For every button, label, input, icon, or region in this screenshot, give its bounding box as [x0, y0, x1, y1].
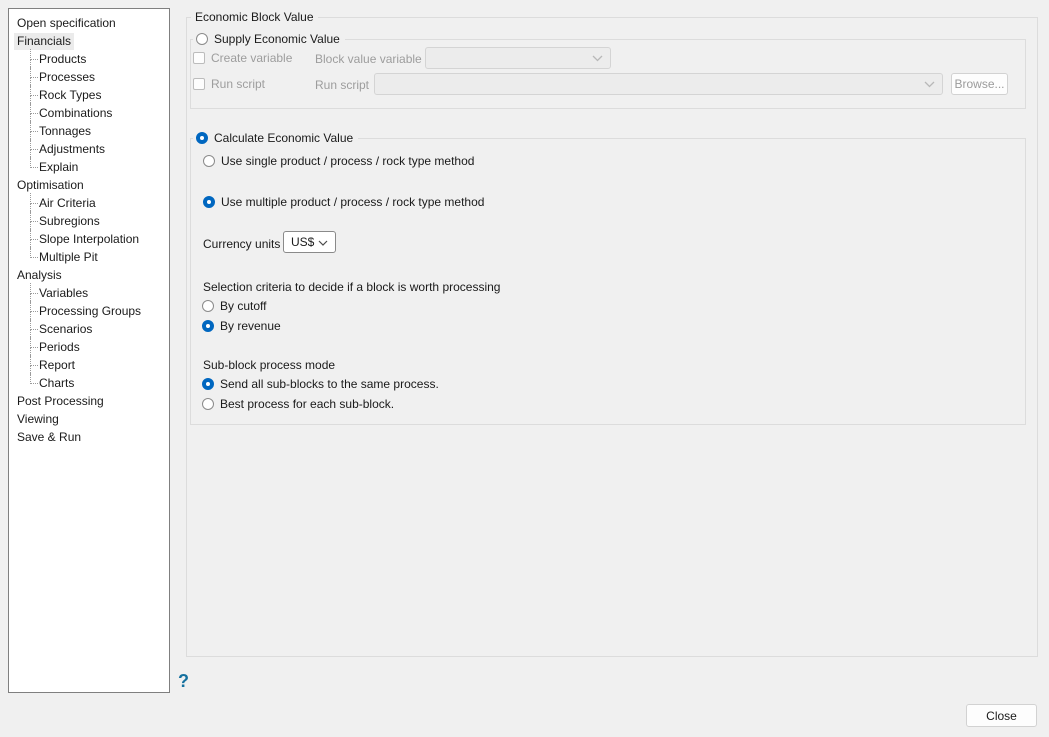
- chevron-down-icon: [318, 235, 328, 249]
- currency-units-value: US$: [291, 235, 315, 249]
- close-button[interactable]: Close: [966, 704, 1037, 727]
- single-method-radio[interactable]: [203, 155, 215, 167]
- sidebar-item-optimisation[interactable]: Optimisation: [9, 176, 169, 194]
- sidebar-item-label: Save & Run: [17, 430, 82, 444]
- run-script-checkbox[interactable]: [193, 78, 205, 90]
- by-revenue-radio[interactable]: [202, 320, 214, 332]
- selection-criteria-heading: Selection criteria to decide if a block …: [203, 280, 501, 294]
- sidebar-item-post-processing[interactable]: Post Processing: [9, 392, 169, 410]
- sidebar-item-label: Optimisation: [17, 178, 84, 192]
- run-script-select[interactable]: [374, 73, 943, 95]
- multiple-method-radio[interactable]: [203, 196, 215, 208]
- currency-units-label: Currency units: [203, 237, 281, 251]
- sidebar-item-products[interactable]: Products: [9, 49, 169, 69]
- run-script-option[interactable]: Run script: [193, 77, 265, 91]
- sidebar-item-processes[interactable]: Processes: [9, 67, 169, 87]
- sidebar-item-label: Open specification: [17, 16, 116, 30]
- sidebar-item-label: Rock Types: [39, 88, 102, 102]
- supply-economic-value-radio[interactable]: [196, 33, 208, 45]
- sidebar-item-label: Processes: [39, 70, 96, 84]
- create-variable-option[interactable]: Create variable: [193, 51, 292, 65]
- sidebar-item-report[interactable]: Report: [9, 355, 169, 375]
- sidebar-item-combinations[interactable]: Combinations: [9, 103, 169, 123]
- sidebar-item-explain[interactable]: Explain: [9, 157, 169, 176]
- by-cutoff-label: By cutoff: [220, 299, 267, 313]
- by-cutoff-radio[interactable]: [202, 300, 214, 312]
- single-method-option[interactable]: Use single product / process / rock type…: [203, 154, 474, 168]
- chevron-down-icon: [592, 51, 603, 65]
- best-process-label: Best process for each sub-block.: [220, 397, 395, 411]
- sidebar-item-label: Explain: [39, 160, 79, 174]
- sidebar-item-save-and-run[interactable]: Save & Run: [9, 428, 169, 446]
- sidebar-item-analysis[interactable]: Analysis: [9, 266, 169, 284]
- browse-button[interactable]: Browse...: [951, 73, 1008, 95]
- by-revenue-label: By revenue: [220, 319, 281, 333]
- sidebar-item-multiple-pit[interactable]: Multiple Pit: [9, 247, 169, 266]
- calculate-economic-value-option[interactable]: Calculate Economic Value: [193, 130, 359, 146]
- economic-block-value-window: Open specification Financials Products P…: [0, 0, 1049, 737]
- sidebar-item-label: Processing Groups: [39, 304, 142, 318]
- sidebar-item-label: Tonnages: [39, 124, 92, 138]
- send-all-sub-blocks-option[interactable]: Send all sub-blocks to the same process.: [202, 377, 439, 391]
- create-variable-checkbox[interactable]: [193, 52, 205, 64]
- multiple-method-option[interactable]: Use multiple product / process / rock ty…: [203, 195, 484, 209]
- economic-block-value-title: Economic Block Value: [191, 10, 318, 24]
- supply-economic-value-option[interactable]: Supply Economic Value: [193, 31, 345, 47]
- sidebar-item-label: Multiple Pit: [39, 250, 98, 264]
- sidebar-item-financials[interactable]: Financials: [9, 32, 169, 50]
- run-script-field-label: Run script: [315, 78, 370, 92]
- create-variable-label: Create variable: [211, 51, 293, 65]
- currency-units-select[interactable]: US$: [283, 231, 336, 253]
- send-all-sub-blocks-radio[interactable]: [202, 378, 214, 390]
- close-button-label: Close: [986, 708, 1017, 723]
- calculate-economic-value-radio[interactable]: [196, 132, 208, 144]
- by-cutoff-option[interactable]: By cutoff: [202, 299, 266, 313]
- sidebar-item-label: Periods: [39, 340, 80, 354]
- sidebar-item-label: Analysis: [17, 268, 62, 282]
- sidebar-item-label: Report: [39, 358, 76, 372]
- sidebar-item-label: Subregions: [39, 214, 100, 228]
- sidebar-item-subregions[interactable]: Subregions: [9, 211, 169, 231]
- block-value-variable-label: Block value variable: [315, 52, 422, 66]
- sidebar-item-viewing[interactable]: Viewing: [9, 410, 169, 428]
- sidebar-item-tonnages[interactable]: Tonnages: [9, 121, 169, 141]
- supply-economic-value-label: Supply Economic Value: [214, 32, 340, 46]
- by-revenue-option[interactable]: By revenue: [202, 319, 281, 333]
- sidebar-item-air-criteria[interactable]: Air Criteria: [9, 193, 169, 213]
- sidebar-item-open-specification[interactable]: Open specification: [9, 14, 169, 32]
- multiple-method-label: Use multiple product / process / rock ty…: [221, 195, 485, 209]
- sidebar-item-label: Air Criteria: [39, 196, 96, 210]
- sidebar-item-slope-interpolation[interactable]: Slope Interpolation: [9, 229, 169, 249]
- sidebar-item-rock-types[interactable]: Rock Types: [9, 85, 169, 105]
- sidebar-item-scenarios[interactable]: Scenarios: [9, 319, 169, 339]
- sidebar-item-label: Charts: [39, 376, 75, 390]
- sidebar-item-processing-groups[interactable]: Processing Groups: [9, 301, 169, 321]
- sidebar-item-label: Slope Interpolation: [39, 232, 140, 246]
- run-script-checkbox-label: Run script: [211, 77, 266, 91]
- sidebar-item-label: Financials: [14, 33, 75, 50]
- best-process-option[interactable]: Best process for each sub-block.: [202, 397, 394, 411]
- sidebar-item-label: Variables: [39, 286, 89, 300]
- sidebar-item-label: Post Processing: [17, 394, 104, 408]
- chevron-down-icon: [924, 77, 935, 91]
- navigation-tree: Open specification Financials Products P…: [8, 8, 170, 693]
- help-icon[interactable]: ?: [178, 671, 189, 692]
- sub-block-process-mode-heading: Sub-block process mode: [203, 358, 336, 372]
- single-method-label: Use single product / process / rock type…: [221, 154, 475, 168]
- sidebar-item-label: Viewing: [17, 412, 59, 426]
- sidebar-item-adjustments[interactable]: Adjustments: [9, 139, 169, 159]
- sidebar-item-label: Scenarios: [39, 322, 93, 336]
- sidebar-item-variables[interactable]: Variables: [9, 283, 169, 303]
- sidebar-item-label: Adjustments: [39, 142, 106, 156]
- block-value-variable-select[interactable]: [425, 47, 611, 69]
- send-all-sub-blocks-label: Send all sub-blocks to the same process.: [220, 377, 439, 391]
- sidebar-item-periods[interactable]: Periods: [9, 337, 169, 357]
- sidebar-item-charts[interactable]: Charts: [9, 373, 169, 392]
- browse-button-label: Browse...: [954, 77, 1005, 91]
- best-process-radio[interactable]: [202, 398, 214, 410]
- sidebar-item-label: Products: [39, 52, 87, 66]
- calculate-economic-value-label: Calculate Economic Value: [214, 131, 354, 145]
- sidebar-item-label: Combinations: [39, 106, 113, 120]
